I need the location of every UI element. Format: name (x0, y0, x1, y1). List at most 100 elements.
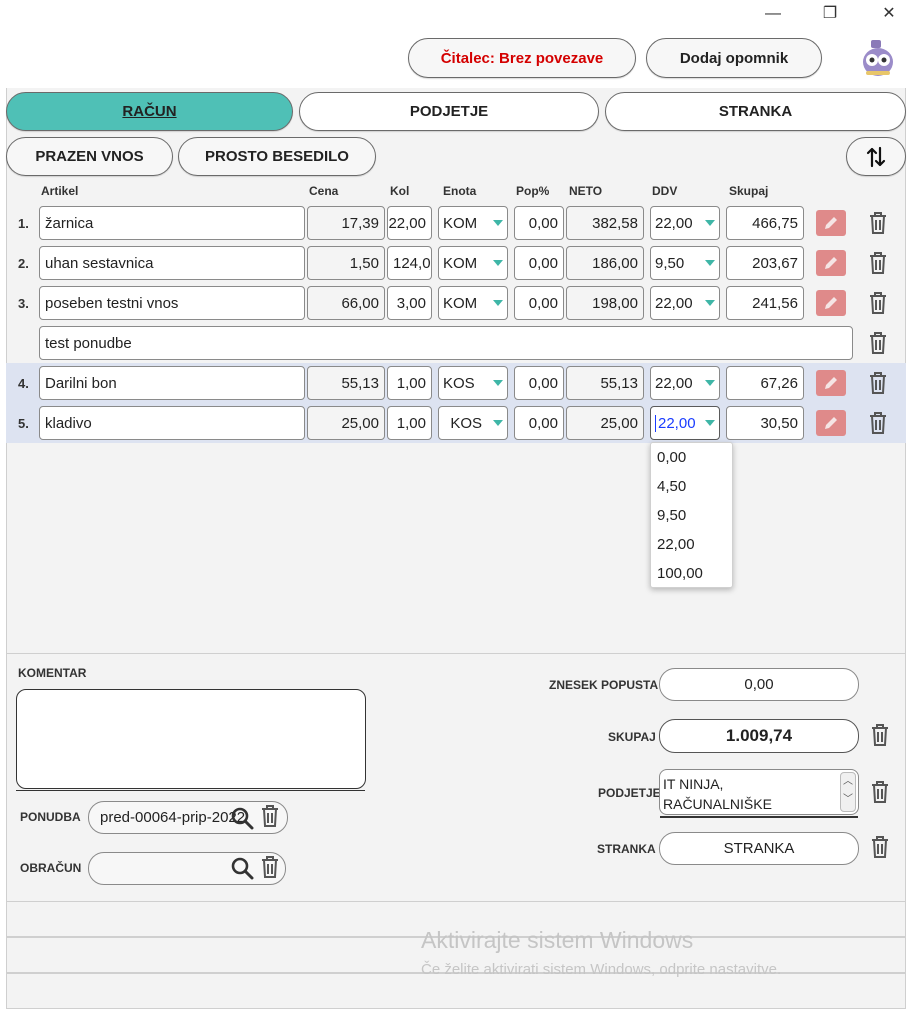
skupaj-input[interactable]: 466,75 (726, 206, 804, 240)
delete-button[interactable] (866, 369, 890, 397)
mascot-icon[interactable] (858, 38, 898, 80)
enota-select[interactable]: KOS (438, 366, 508, 400)
row-number: 4. (18, 376, 29, 391)
pop-input[interactable]: 0,00 (514, 366, 564, 400)
cena-input[interactable]: 25,00 (307, 406, 385, 440)
pop-input[interactable]: 0,00 (514, 286, 564, 320)
chevron-up-icon[interactable]: ︿ (841, 773, 855, 791)
podjetje-field[interactable]: IT NINJA, RAČUNALNIŠKE STORITVE. ROBERT … (659, 769, 859, 815)
obracun-field[interactable] (88, 852, 286, 885)
trash-icon[interactable] (870, 723, 892, 751)
tab-racun[interactable]: RAČUN (6, 92, 293, 131)
empty-entry-button[interactable]: PRAZEN VNOS (6, 137, 173, 176)
enota-select[interactable]: KOM (438, 206, 508, 240)
ddv-option[interactable]: 9,50 (651, 501, 732, 530)
sort-button[interactable] (846, 137, 906, 176)
kol-input[interactable]: 3,00 (387, 286, 432, 320)
edit-button[interactable] (816, 210, 846, 236)
ddv-option[interactable]: 22,00 (651, 530, 732, 559)
reader-status-button[interactable]: Čitalec: Brez povezave (408, 38, 636, 78)
enota-value: KOS (450, 414, 482, 432)
pop-input[interactable]: 0,00 (514, 246, 564, 280)
cena-input[interactable]: 17,39 (307, 206, 385, 240)
chevron-down-icon[interactable]: ﹀ (841, 791, 855, 809)
footer-bar (6, 973, 906, 1009)
delete-button[interactable] (866, 209, 890, 237)
ddv-select[interactable]: 9,50 (650, 246, 720, 280)
edit-button[interactable] (816, 290, 846, 316)
dropdown-arrow-icon (493, 220, 503, 226)
znesek-popusta-field[interactable]: 0,00 (659, 668, 859, 701)
row-number: 1. (18, 216, 29, 231)
artikel-input[interactable]: kladivo (39, 406, 305, 440)
kol-input[interactable]: 1,00 (387, 406, 432, 440)
enota-select[interactable]: KOS (438, 406, 508, 440)
restore-button[interactable]: ❐ (815, 0, 845, 28)
trash-icon[interactable] (260, 804, 282, 832)
enota-select[interactable]: KOM (438, 246, 508, 280)
col-kol: Kol (390, 184, 410, 198)
ddv-value: 22,00 (655, 374, 693, 392)
kol-input[interactable]: 22,00 (387, 206, 432, 240)
tab-stranka[interactable]: STRANKA (605, 92, 906, 131)
col-neto: NETO (569, 184, 603, 198)
ddv-select-open[interactable]: 22,00 (650, 406, 720, 440)
dropdown-arrow-icon (493, 420, 503, 426)
pencil-icon (825, 297, 837, 309)
neto-value: 382,58 (566, 206, 644, 240)
trash-icon[interactable] (870, 835, 892, 863)
kol-input[interactable]: 124,00 (387, 246, 432, 280)
kol-input[interactable]: 1,00 (387, 366, 432, 400)
edit-button[interactable] (816, 410, 846, 436)
minimize-button[interactable]: — (758, 0, 788, 28)
ddv-value: 22,00 (655, 294, 693, 312)
artikel-input[interactable]: uhan sestavnica (39, 246, 305, 280)
stranka-field[interactable]: STRANKA (659, 832, 859, 865)
skupaj-input[interactable]: 203,67 (726, 246, 804, 280)
cena-input[interactable]: 55,13 (307, 366, 385, 400)
windows-watermark-title: Aktivirajte sistem Windows (421, 927, 694, 953)
trash-icon (870, 292, 886, 314)
trash-icon[interactable] (870, 780, 892, 808)
skupaj-input[interactable]: 241,56 (726, 286, 804, 320)
ddv-option[interactable]: 0,00 (651, 443, 732, 472)
komentar-textarea[interactable] (16, 689, 366, 789)
col-pop: Pop% (516, 184, 550, 198)
delete-button[interactable] (866, 289, 890, 317)
ddv-option[interactable]: 100,00 (651, 559, 732, 588)
add-reminder-button[interactable]: Dodaj opomnik (646, 38, 822, 78)
cena-input[interactable]: 1,50 (307, 246, 385, 280)
ddv-select[interactable]: 22,00 (650, 286, 720, 320)
enota-select[interactable]: KOM (438, 286, 508, 320)
cena-input[interactable]: 66,00 (307, 286, 385, 320)
delete-button[interactable] (866, 249, 890, 277)
trash-icon (870, 212, 886, 234)
pop-input[interactable]: 0,00 (514, 206, 564, 240)
free-text-input[interactable]: test ponudbe (39, 326, 853, 360)
artikel-input[interactable]: poseben testni vnos (39, 286, 305, 320)
ddv-option[interactable]: 4,50 (651, 472, 732, 501)
artikel-input[interactable]: žarnica (39, 206, 305, 240)
delete-button[interactable] (866, 409, 890, 437)
search-icon[interactable] (230, 806, 254, 830)
pop-input[interactable]: 0,00 (514, 406, 564, 440)
ddv-select[interactable]: 22,00 (650, 206, 720, 240)
close-button[interactable]: ✕ (874, 0, 904, 28)
edit-button[interactable] (816, 370, 846, 396)
ponudba-field[interactable]: pred-00064-prip-2022 (88, 801, 288, 834)
delete-button[interactable] (866, 329, 890, 357)
znesek-popusta-label: ZNESEK POPUSTA (549, 678, 659, 692)
col-ddv: DDV (652, 184, 678, 198)
tab-podjetje[interactable]: PODJETJE (299, 92, 599, 131)
skupaj-input[interactable]: 67,26 (726, 366, 804, 400)
podjetje-spinner[interactable]: ︿ ﹀ (840, 772, 856, 812)
skupaj-total: 1.009,74 (659, 719, 859, 753)
ddv-select[interactable]: 22,00 (650, 366, 720, 400)
artikel-input[interactable]: Darilni bon (39, 366, 305, 400)
skupaj-input[interactable]: 30,50 (726, 406, 804, 440)
search-icon[interactable] (230, 856, 254, 880)
col-cena: Cena (309, 184, 339, 198)
edit-button[interactable] (816, 250, 846, 276)
free-text-button[interactable]: PROSTO BESEDILO (178, 137, 376, 176)
trash-icon[interactable] (260, 855, 282, 883)
